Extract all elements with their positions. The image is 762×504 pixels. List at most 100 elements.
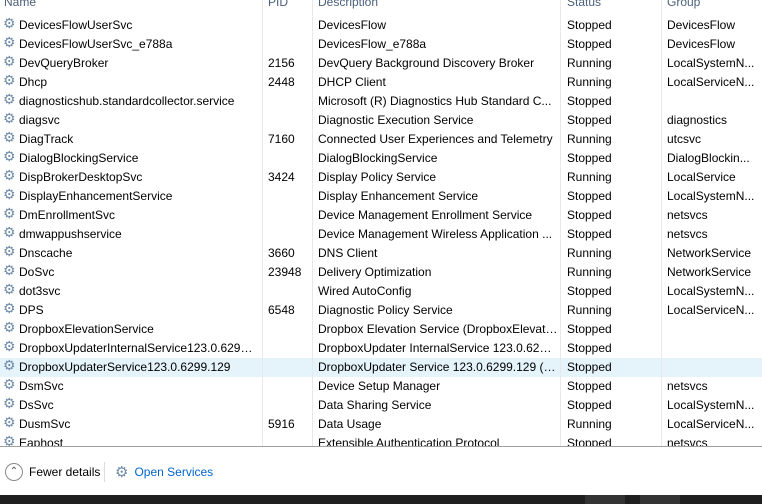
service-group: NetworkService [667,265,752,279]
service-name: DevicesFlowUserSvc [19,18,133,32]
service-status: Running [567,417,612,431]
service-status: Running [567,56,612,70]
table-row[interactable]: ⚙ DsSvc Data Sharing Service Stopped Loc… [0,396,762,415]
column-divider [560,0,561,446]
service-name: DevicesFlowUserSvc_e788a [19,37,173,51]
table-row[interactable]: ⚙ DoSvc 23948 Delivery Optimization Runn… [0,263,762,282]
service-gear-icon: ⚙ [3,396,16,410]
table-row[interactable]: ⚙ Dnscache 3660 DNS Client Running Netwo… [0,244,762,263]
service-pid: 7160 [268,132,295,146]
service-gear-icon: ⚙ [3,54,16,68]
header-name[interactable]: Name [4,0,36,9]
table-row[interactable]: ⚙ diagsvc Diagnostic Execution Service S… [0,111,762,130]
service-gear-icon: ⚙ [3,320,16,334]
service-status: Stopped [567,284,612,298]
service-name: DevQueryBroker [19,56,109,70]
table-row[interactable]: ⚙ DevQueryBroker 2156 DevQuery Backgroun… [0,54,762,73]
fewer-details-button[interactable]: ⌃ Fewer details [5,463,100,481]
column-divider [661,0,662,446]
service-pid: 2156 [268,56,295,70]
service-status: Stopped [567,94,612,108]
service-pid: 23948 [268,265,302,279]
service-status: Running [567,170,612,184]
service-status: Running [567,246,612,260]
service-name: DisplayEnhancementService [19,189,173,203]
table-row[interactable]: ⚙ Dhcp 2448 DHCP Client Running LocalSer… [0,73,762,92]
taskbar-item[interactable] [640,495,680,504]
table-row[interactable]: ⚙ DmEnrollmentSvc Device Management Enro… [0,206,762,225]
service-description: DevicesFlow [318,18,387,32]
service-group: NetworkService [667,246,752,260]
header-description[interactable]: Description [318,0,378,9]
service-description: Wired AutoConfig [318,284,412,298]
service-status: Stopped [567,322,612,336]
service-gear-icon: ⚙ [3,282,16,296]
table-row[interactable]: ⚙ DialogBlockingService DialogBlockingSe… [0,149,762,168]
service-status: Stopped [567,18,612,32]
table-row[interactable]: ⚙ dot3svc Wired AutoConfig Stopped Local… [0,282,762,301]
service-pid: 6548 [268,303,295,317]
taskbar [0,495,762,504]
service-name: Dhcp [19,75,48,89]
divider [104,462,105,482]
service-pid: 2448 [268,75,295,89]
table-row[interactable]: ⚙ dmwappushservice Device Management Wir… [0,225,762,244]
service-name: DsSvc [19,398,54,412]
service-gear-icon: ⚙ [3,16,16,30]
table-row[interactable]: ⚙ DropboxUpdaterService123.0.6299.129 Dr… [0,358,762,377]
service-group: utcsvc [667,132,702,146]
service-description: Device Management Enrollment Service [318,208,533,222]
table-row[interactable]: ⚙ DsmSvc Device Setup Manager Stopped ne… [0,377,762,396]
service-status: Running [567,303,612,317]
service-description: Microsoft (R) Diagnostics Hub Standard C… [318,94,552,108]
service-gear-icon: ⚙ [3,377,16,391]
service-description: DevQuery Background Discovery Broker [318,56,535,70]
column-divider [312,0,313,446]
service-gear-icon: ⚙ [3,206,16,220]
table-row[interactable]: ⚙ DevicesFlowUserSvc_e788a DevicesFlow_e… [0,35,762,54]
column-headers: Name PID Description Status Group [0,0,762,13]
taskbar-item[interactable] [585,495,625,504]
service-name: DropboxElevationService [19,322,154,336]
service-gear-icon: ⚙ [3,35,16,49]
service-gear-icon: ⚙ [3,301,16,315]
service-name: DsmSvc [19,379,64,393]
service-name: DmEnrollmentSvc [19,208,116,222]
service-gear-icon: ⚙ [3,187,16,201]
header-pid[interactable]: PID [268,0,288,9]
table-row[interactable]: ⚙ DiagTrack 7160 Connected User Experien… [0,130,762,149]
service-group: LocalSystemN... [667,284,755,298]
table-row[interactable]: ⚙ DisplayEnhancementService Display Enha… [0,187,762,206]
service-description: Connected User Experiences and Telemetry [318,132,553,146]
table-row[interactable]: ⚙ DusmSvc 5916 Data Usage Running LocalS… [0,415,762,434]
table-row[interactable]: ⚙ Eaphost Extensible Authentication Prot… [0,434,762,447]
service-description: DHCP Client [318,75,386,89]
service-gear-icon: ⚙ [3,244,16,258]
table-row[interactable]: ⚙ DispBrokerDesktopSvc 3424 Display Poli… [0,168,762,187]
service-gear-icon: ⚙ [3,111,16,125]
service-group: LocalService [667,170,736,184]
header-group[interactable]: Group [667,0,700,9]
service-status: Stopped [567,208,612,222]
header-status[interactable]: Status [567,0,601,9]
service-name: DropboxUpdaterInternalService123.0.6299.… [19,341,259,355]
footer: ⌃ Fewer details ⚙ Open Services [0,448,762,495]
table-row[interactable]: ⚙ DropboxElevationService Dropbox Elevat… [0,320,762,339]
service-description: Data Sharing Service [318,398,432,412]
services-list[interactable]: Name PID Description Status Group ⚙ Devi… [0,0,762,447]
service-group: DevicesFlow [667,18,736,32]
service-description: Extensible Authentication Protocol [318,436,500,447]
chevron-up-icon: ⌃ [5,463,23,481]
service-gear-icon: ⚙ [3,225,16,239]
table-row[interactable]: ⚙ diagnosticshub.standardcollector.servi… [0,92,762,111]
service-description: Display Enhancement Service [318,189,479,203]
table-row[interactable]: ⚙ DevicesFlowUserSvc DevicesFlow Stopped… [0,16,762,35]
open-services-link[interactable]: ⚙ Open Services [115,463,213,481]
service-description: DNS Client [318,246,378,260]
fewer-details-label: Fewer details [29,465,101,479]
service-group: LocalSystemN... [667,56,755,70]
service-status: Stopped [567,227,612,241]
table-row[interactable]: ⚙ DPS 6548 Diagnostic Policy Service Run… [0,301,762,320]
table-row[interactable]: ⚙ DropboxUpdaterInternalService123.0.629… [0,339,762,358]
service-description: Data Usage [318,417,382,431]
